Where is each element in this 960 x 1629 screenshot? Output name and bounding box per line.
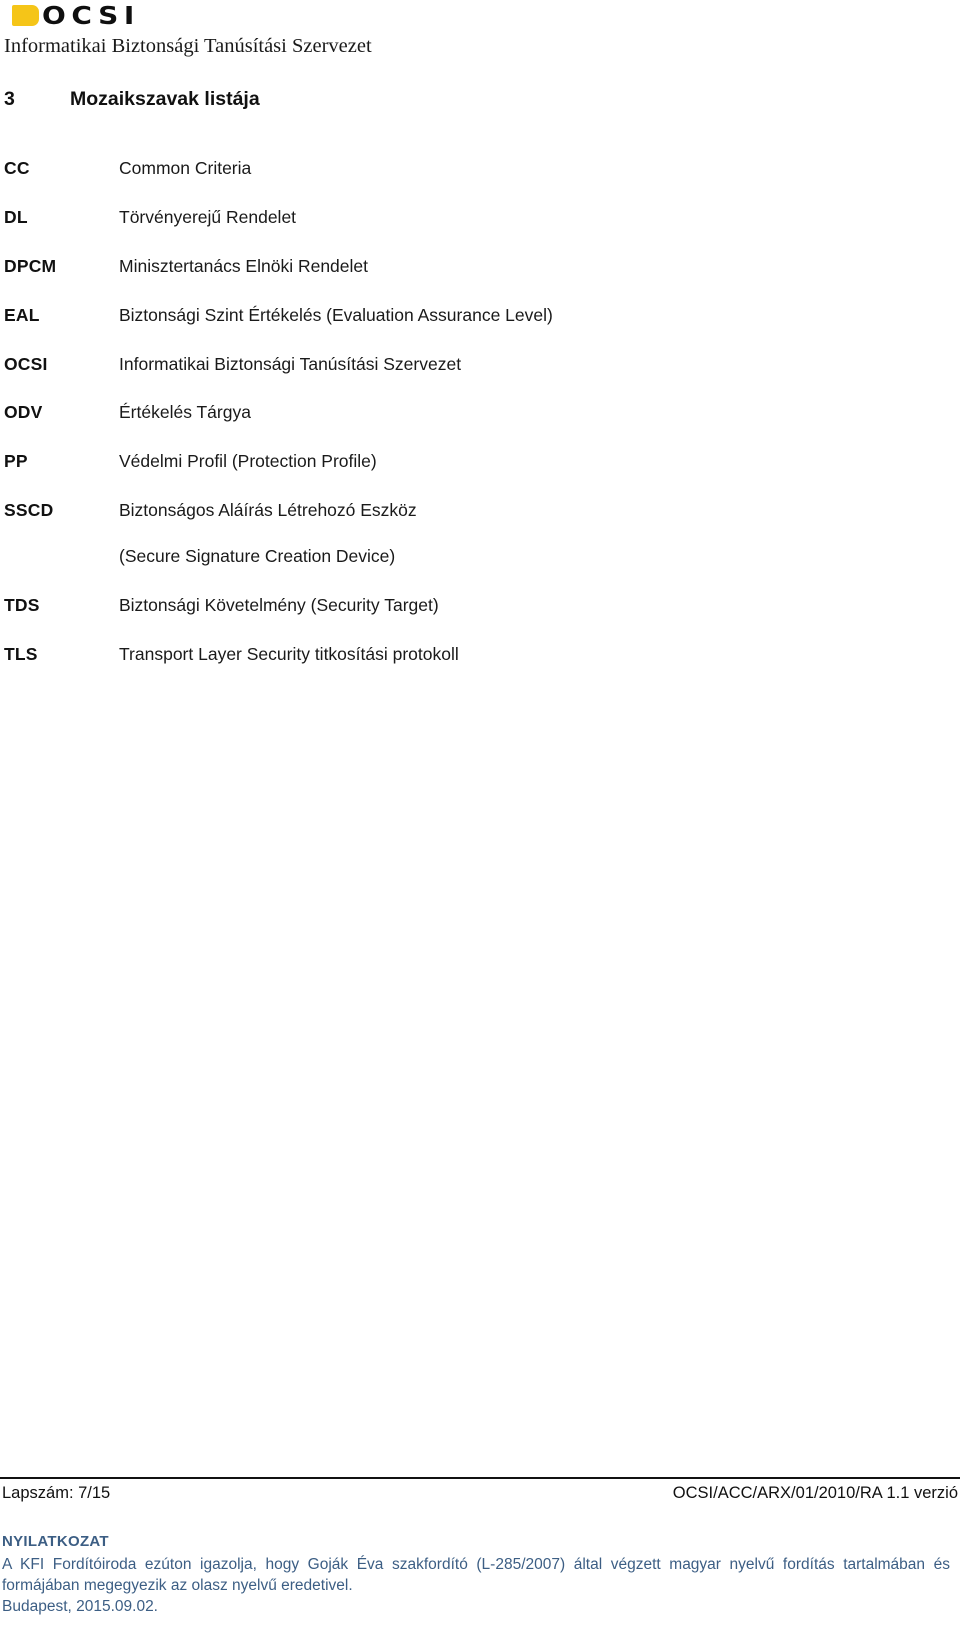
glossary-definition: Transport Layer Security titkosítási pro… bbox=[119, 643, 459, 664]
declaration-date: Budapest, 2015.09.02. bbox=[2, 1598, 158, 1616]
document-footer: Lapszám: 7/15 OCSI/ACC/ARX/01/2010/RA 1.… bbox=[0, 1484, 960, 1503]
glossary-term: DPCM bbox=[4, 255, 57, 276]
glossary-term: DL bbox=[4, 206, 28, 227]
document-page: OCSI Informatikai Biztonsági Tanúsítási … bbox=[0, 0, 960, 1629]
glossary-definition: (Secure Signature Creation Device) bbox=[119, 546, 396, 566]
section-heading: 3 Mozaikszavak listája bbox=[4, 88, 260, 111]
section-number: 3 bbox=[4, 88, 15, 110]
glossary-row: CC Common Criteria bbox=[4, 158, 904, 180]
glossary-term: TLS bbox=[4, 643, 38, 664]
ocsi-logo-wordmark: OCSI bbox=[42, 0, 140, 30]
glossary-term: EAL bbox=[4, 304, 40, 325]
declaration-title: NYILATKOZAT bbox=[2, 1533, 109, 1550]
glossary-definition: Informatikai Biztonsági Tanúsítási Szerv… bbox=[119, 353, 462, 374]
glossary-term: ODV bbox=[4, 402, 43, 423]
page-number-label: Lapszám: 7/15 bbox=[2, 1484, 111, 1502]
glossary-definition: Minisztertanács Elnöki Rendelet bbox=[119, 255, 369, 276]
glossary-definition: Biztonságos Aláírás Létrehozó Eszköz bbox=[119, 500, 417, 521]
section-title: Mozaikszavak listája bbox=[70, 88, 260, 110]
document-id-label: OCSI/ACC/ARX/01/2010/RA 1.1 verzió bbox=[672, 1484, 958, 1502]
glossary-row: ODV Értékelés Tárgya bbox=[4, 402, 904, 424]
acronym-glossary-list: CC Common Criteria DL Törvényerejű Rende… bbox=[4, 158, 904, 693]
glossary-row: EAL Biztonsági Szint Értékelés (Evaluati… bbox=[4, 305, 904, 327]
translator-declaration: NYILATKOZAT A KFI Fordítóiroda ezúton ig… bbox=[2, 1532, 952, 1617]
glossary-row: OCSI Informatikai Biztonsági Tanúsítási … bbox=[4, 354, 904, 376]
glossary-row-continuation: (Secure Signature Creation Device) bbox=[4, 546, 904, 568]
glossary-definition: Common Criteria bbox=[119, 158, 252, 178]
glossary-term: TDS bbox=[4, 594, 40, 615]
glossary-definition: Törvényerejű Rendelet bbox=[119, 206, 297, 227]
ocsi-logo-square-icon bbox=[12, 4, 39, 26]
glossary-row: TLS Transport Layer Security titkosítási… bbox=[4, 644, 904, 666]
document-header: OCSI Informatikai Biztonsági Tanúsítási … bbox=[0, 0, 960, 59]
glossary-term: CC bbox=[4, 158, 30, 178]
glossary-definition: Értékelés Tárgya bbox=[119, 402, 251, 423]
glossary-term: PP bbox=[4, 451, 28, 472]
footer-divider bbox=[0, 1477, 960, 1479]
glossary-definition: Biztonsági Követelmény (Security Target) bbox=[119, 594, 439, 615]
glossary-definition: Védelmi Profil (Protection Profile) bbox=[119, 451, 377, 472]
glossary-row: DL Törvényerejű Rendelet bbox=[4, 207, 904, 229]
organization-name: Informatikai Biztonsági Tanúsítási Szerv… bbox=[4, 35, 372, 57]
glossary-row: TDS Biztonsági Követelmény (Security Tar… bbox=[4, 595, 904, 617]
glossary-row: DPCM Minisztertanács Elnöki Rendelet bbox=[4, 256, 904, 278]
glossary-term: OCSI bbox=[4, 353, 48, 374]
ocsi-logo: OCSI bbox=[0, 2, 960, 28]
glossary-row: PP Védelmi Profil (Protection Profile) bbox=[4, 451, 904, 473]
glossary-term: SSCD bbox=[4, 500, 54, 521]
glossary-definition: Biztonsági Szint Értékelés (Evaluation A… bbox=[119, 304, 553, 325]
declaration-body: A KFI Fordítóiroda ezúton igazolja, hogy… bbox=[2, 1555, 950, 1594]
glossary-row: SSCD Biztonságos Aláírás Létrehozó Eszkö… bbox=[4, 500, 904, 522]
